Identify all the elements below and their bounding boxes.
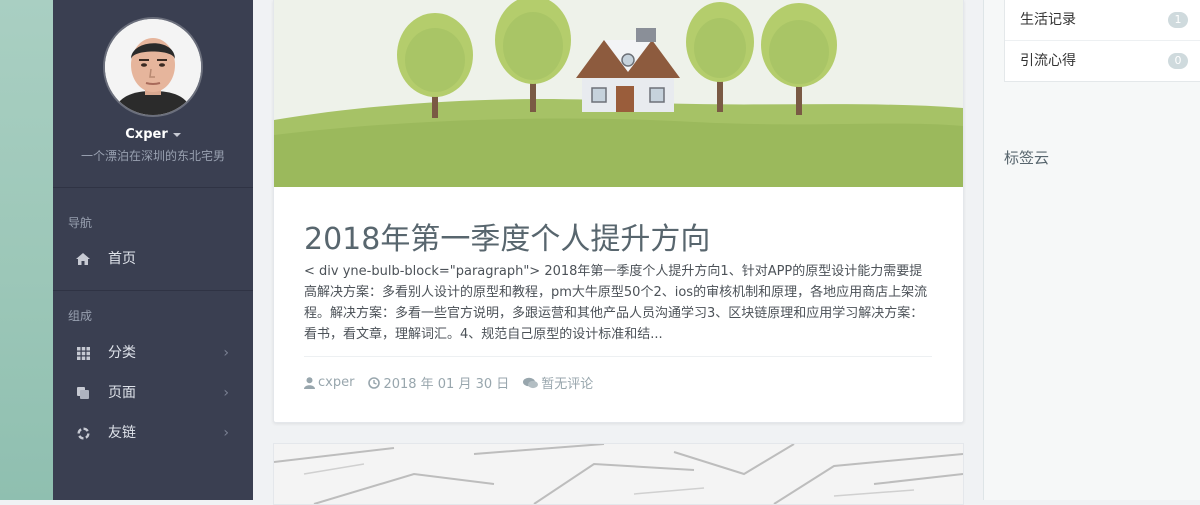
- sidebar-item-links[interactable]: 友链 ›: [53, 415, 253, 451]
- post-author[interactable]: cxper: [304, 375, 354, 390]
- sidebar-item-label: 首页: [108, 251, 136, 267]
- profile-name-text: Cxper: [125, 127, 168, 142]
- next-post-thumbnail: [274, 444, 963, 504]
- section-title-compose: 组成: [68, 309, 93, 323]
- post-author-name: cxper: [318, 375, 355, 390]
- clock-icon: [368, 376, 381, 389]
- section-title-nav: 导航: [68, 216, 93, 230]
- post-comments[interactable]: 暂无评论: [523, 373, 593, 392]
- avatar[interactable]: [105, 19, 201, 115]
- avatar-photo: [105, 19, 201, 115]
- category-item-life[interactable]: 生活记录 1: [1005, 0, 1200, 41]
- home-icon: [75, 241, 91, 277]
- category-list: 生活记录 1 引流心得 0: [1004, 0, 1200, 82]
- copy-icon: [75, 375, 91, 411]
- sidebar-divider: [53, 290, 253, 291]
- category-count-badge: 0: [1168, 53, 1188, 69]
- profile-name[interactable]: Cxper: [53, 127, 253, 142]
- category-label: 生活记录: [1020, 12, 1076, 28]
- next-post-card[interactable]: [273, 443, 964, 505]
- user-icon: [304, 376, 315, 389]
- category-item-traffic[interactable]: 引流心得 0: [1005, 41, 1200, 81]
- sidebar-item-categories[interactable]: 分类 ›: [53, 335, 253, 371]
- sidebar-item-home[interactable]: 首页: [53, 241, 253, 277]
- grid-icon: [75, 335, 91, 371]
- spinner-icon: [75, 415, 91, 451]
- comments-icon: [523, 377, 539, 388]
- post-comments-text: 暂无评论: [541, 377, 594, 392]
- profile-bio: 一个漂泊在深圳的东北宅男: [80, 149, 225, 163]
- tag-cloud-title: 标签云: [1004, 149, 1050, 167]
- post-thumbnail[interactable]: [274, 0, 963, 187]
- right-panel: 生活记录 1 引流心得 0 标签云: [983, 0, 1200, 500]
- post-date-text: 2018 年 01 月 30 日: [383, 377, 510, 392]
- sidebar-divider: [53, 187, 253, 188]
- sidebar-item-label: 友链: [108, 425, 136, 441]
- sidebar: Cxper 一个漂泊在深圳的东北宅男 导航 首页 组成 分类 › 页面 › 友链…: [53, 0, 253, 500]
- sidebar-item-label: 页面: [108, 385, 136, 401]
- caret-down-icon: [172, 132, 181, 137]
- category-count-badge: 1: [1168, 12, 1188, 28]
- chevron-right-icon: ›: [223, 345, 229, 361]
- post-date: 2018 年 01 月 30 日: [368, 373, 509, 392]
- chevron-right-icon: ›: [223, 385, 229, 401]
- sidebar-item-pages[interactable]: 页面 ›: [53, 375, 253, 411]
- page-background: [0, 0, 53, 500]
- chevron-right-icon: ›: [223, 425, 229, 441]
- sidebar-item-label: 分类: [108, 345, 136, 361]
- category-label: 引流心得: [1020, 53, 1076, 69]
- card-divider: [304, 356, 932, 357]
- post-card: 2018年第一季度个人提升方向 < div yne-bulb-block="pa…: [273, 0, 964, 423]
- post-title[interactable]: 2018年第一季度个人提升方向: [304, 214, 710, 258]
- post-meta: cxper 2018 年 01 月 30 日 暂无评论: [304, 373, 607, 392]
- post-excerpt: < div yne-bulb-block="paragraph"> 2018年第…: [304, 264, 928, 342]
